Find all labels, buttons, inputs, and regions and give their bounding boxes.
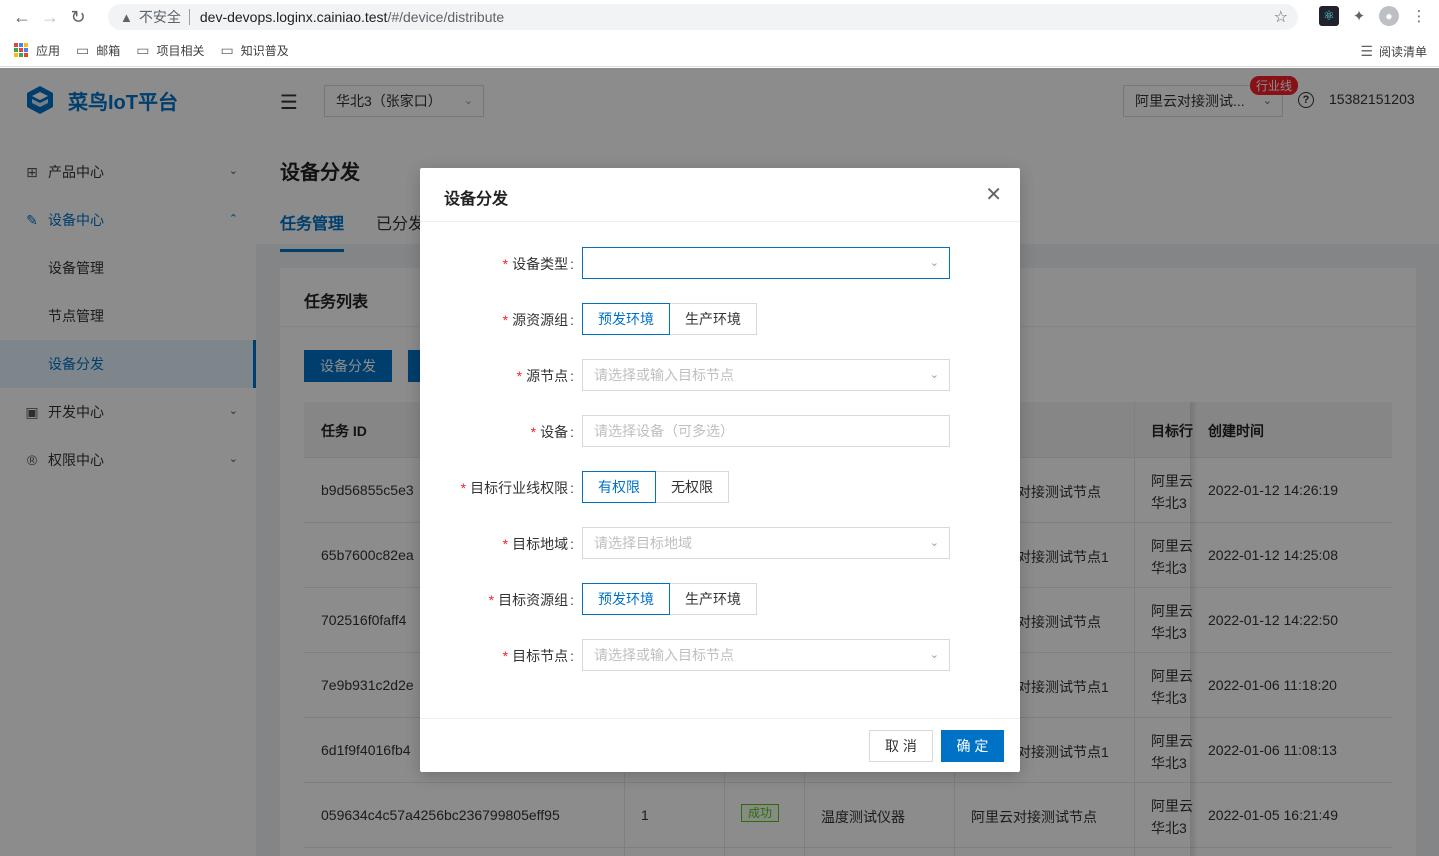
chevron-down-icon: ⌄ [929, 257, 939, 269]
warning-icon: ▲ [120, 9, 133, 25]
radio-staging[interactable]: 预发环境 [582, 303, 670, 335]
folder-icon: ▭ [220, 41, 234, 58]
label-text: 源节点 [526, 368, 569, 384]
url-host: dev-devops.loginx.cainiao.test [199, 9, 388, 25]
profile-icon[interactable]: ● [1379, 6, 1399, 26]
radio-has-permission[interactable]: 有权限 [582, 471, 656, 503]
device-multi-select[interactable]: 请选择设备（可多选） [582, 415, 950, 447]
modal-title: 设备分发 [444, 191, 509, 208]
field-target-region: * 目标地域: 请选择目标地域 ⌄ [420, 527, 1020, 559]
bookmark-projects[interactable]: ▭ 项目相关 [136, 42, 204, 59]
close-icon[interactable]: ✕ [985, 182, 1002, 207]
field-target-node: * 目标节点: 请选择或输入目标节点 ⌄ [420, 639, 1020, 671]
select-placeholder: 请选择或输入目标节点 [594, 367, 734, 383]
field-label: * 源节点: [516, 368, 574, 384]
field-target-line-permission: * 目标行业线权限: 有权限 无权限 [420, 471, 1020, 503]
modal-footer: 取 消 确 定 [420, 718, 1020, 772]
required-mark: * [488, 592, 495, 608]
kebab-icon[interactable]: ⋮ [1409, 6, 1429, 26]
confirm-button[interactable]: 确 定 [941, 730, 1004, 762]
chevron-down-icon: ⌄ [929, 649, 939, 661]
star-icon[interactable]: ☆ [1274, 7, 1288, 27]
field-target-resource-group: * 目标资源组: 预发环境 生产环境 [420, 583, 1020, 615]
required-mark: * [502, 536, 509, 552]
bookmark-knowledge[interactable]: ▭ 知识普及 [221, 42, 289, 59]
chevron-down-icon: ⌄ [929, 369, 939, 381]
omnibox-divider [188, 9, 190, 25]
bookmark-mail[interactable]: ▭ 邮箱 [76, 42, 120, 59]
permission-radio: 有权限 无权限 [582, 471, 729, 503]
device-type-select[interactable]: ⌄ [582, 247, 950, 279]
bookmark-label: 邮箱 [96, 43, 121, 58]
required-mark: * [502, 256, 509, 272]
required-mark: * [502, 312, 509, 328]
field-device: * 设备: 请选择设备（可多选） [420, 415, 1020, 447]
extension-bar: ⚛ ✦ ● ⋮ [1319, 6, 1429, 26]
folder-icon: ▭ [136, 41, 150, 58]
back-icon[interactable]: ← [8, 3, 36, 31]
cancel-button[interactable]: 取 消 [869, 730, 933, 762]
puzzle-icon[interactable]: ✦ [1349, 6, 1369, 26]
reading-list[interactable]: ☰ 阅读清单 [1360, 43, 1427, 60]
required-mark: * [516, 368, 523, 384]
select-placeholder: 请选择目标地域 [594, 535, 692, 551]
select-placeholder: 请选择或输入目标节点 [594, 647, 734, 663]
chevron-down-icon: ⌄ [929, 537, 939, 549]
url-path: /#/device/distribute [387, 9, 505, 25]
radio-production[interactable]: 生产环境 [669, 303, 757, 335]
label-text: 目标地域 [512, 536, 569, 552]
react-devtools-icon[interactable]: ⚛ [1319, 6, 1339, 26]
address-bar[interactable]: ▲ 不安全 dev-devops.loginx.cainiao.test/#/d… [108, 4, 1298, 30]
target-node-select[interactable]: 请选择或输入目标节点 ⌄ [582, 639, 950, 671]
reading-list-icon: ☰ [1360, 43, 1373, 59]
insecure-label: 不安全 [138, 9, 181, 25]
radio-production[interactable]: 生产环境 [669, 583, 757, 615]
field-label: * 源资源组: [502, 312, 574, 328]
bookmark-label: 应用 [36, 43, 61, 58]
folder-icon: ▭ [76, 41, 90, 58]
modal-header: 设备分发 ✕ [420, 168, 1020, 222]
reload-icon[interactable]: ↻ [64, 3, 92, 31]
field-label: * 设备: [530, 424, 574, 440]
label-text: 设备 [540, 424, 569, 440]
required-mark: * [530, 424, 537, 440]
field-label: * 设备类型: [502, 256, 574, 272]
field-label: * 目标地域: [502, 536, 574, 552]
target-group-radio: 预发环境 生产环境 [582, 583, 757, 615]
label-text: 目标行业线权限 [470, 480, 569, 496]
source-node-select[interactable]: 请选择或输入目标节点 ⌄ [582, 359, 950, 391]
bookmark-apps[interactable]: 应用 [14, 42, 60, 59]
required-mark: * [502, 648, 509, 664]
apps-icon [14, 43, 28, 57]
bookmark-label: 知识普及 [240, 43, 289, 58]
bookmarks-bar: 应用 ▭ 邮箱 ▭ 项目相关 ▭ 知识普及 ☰ 阅读清单 [0, 34, 1439, 67]
browser-toolbar: ← → ↻ ▲ 不安全 dev-devops.loginx.cainiao.te… [0, 0, 1439, 34]
distribute-modal: 设备分发 ✕ * 设备类型: ⌄ * 源资源组: 预发环境 生产环境 * 源节点: 请… [420, 168, 1020, 772]
field-source-node: * 源节点: 请选择或输入目标节点 ⌄ [420, 359, 1020, 391]
source-group-radio: 预发环境 生产环境 [582, 303, 757, 335]
required-mark: * [460, 480, 467, 496]
reading-list-label: 阅读清单 [1378, 45, 1427, 59]
label-text: 目标资源组 [498, 592, 569, 608]
field-label: * 目标节点: [502, 648, 574, 664]
label-text: 设备类型 [512, 256, 569, 272]
forward-icon[interactable]: → [36, 3, 64, 31]
field-source-resource-group: * 源资源组: 预发环境 生产环境 [420, 303, 1020, 335]
radio-staging[interactable]: 预发环境 [582, 583, 670, 615]
field-device-type: * 设备类型: ⌄ [420, 247, 1020, 279]
label-text: 源资源组 [512, 312, 569, 328]
select-placeholder: 请选择设备（可多选） [594, 423, 734, 439]
field-label: * 目标行业线权限: [460, 480, 574, 496]
field-label: * 目标资源组: [488, 592, 574, 608]
bookmark-label: 项目相关 [156, 43, 205, 58]
target-region-select[interactable]: 请选择目标地域 ⌄ [582, 527, 950, 559]
radio-no-permission[interactable]: 无权限 [655, 471, 729, 503]
label-text: 目标节点 [512, 648, 569, 664]
